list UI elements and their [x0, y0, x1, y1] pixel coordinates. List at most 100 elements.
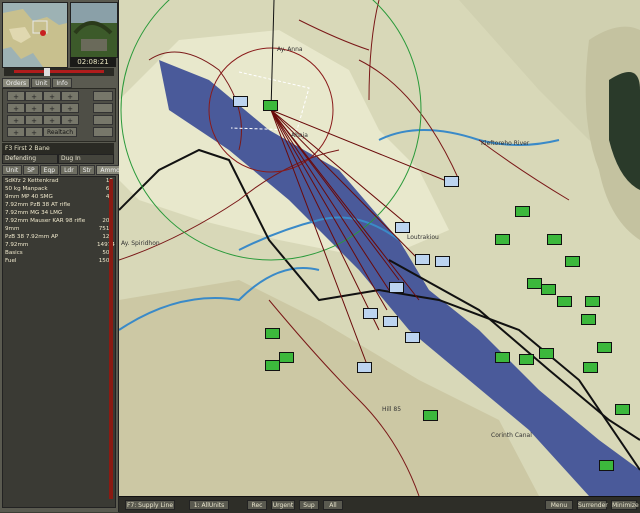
weapon-name: 7.92mm PzB 38 AT rifle	[5, 202, 71, 208]
weapon-name: 7.92mm Mauser KAR 98 rifle	[5, 218, 86, 224]
order-button-3[interactable]: +	[43, 91, 61, 101]
realtach-button[interactable]: Realtach	[43, 127, 77, 137]
subtab-eqp[interactable]: Eqp	[39, 165, 60, 175]
map-label-hill-85: Hill 85	[382, 406, 402, 413]
enemy-unit[interactable]	[363, 308, 378, 319]
map-terrain	[119, 0, 640, 496]
weapon-row[interactable]: 7.92mm 14974	[3, 241, 115, 249]
minimap-image	[3, 3, 67, 67]
map-label-river: Kleftoreho River	[481, 140, 530, 147]
order-button-17[interactable]: +	[25, 127, 43, 137]
friendly-unit[interactable]	[541, 284, 556, 295]
friendly-unit[interactable]	[615, 404, 630, 415]
supply-line-button[interactable]: F7: Supply Line	[125, 500, 175, 510]
friendly-unit[interactable]	[265, 360, 280, 371]
weapon-row[interactable]: 7.92mm MG 34 LMG3	[3, 209, 115, 217]
speed-handle[interactable]	[44, 68, 50, 76]
order-button-11[interactable]: +	[7, 115, 25, 125]
order-button-7[interactable]: +	[25, 103, 43, 113]
all-units-button[interactable]: 1: AllUnits	[189, 500, 229, 510]
tab-orders[interactable]: Orders	[2, 78, 31, 88]
subtab-sp[interactable]: SP	[23, 165, 39, 175]
friendly-unit[interactable]	[423, 410, 438, 421]
weapon-name: SdKfz 2 Kettenkrad	[5, 178, 59, 184]
enemy-unit[interactable]	[435, 256, 450, 267]
all-button[interactable]: All	[323, 500, 343, 510]
order-button-15[interactable]	[93, 115, 113, 125]
friendly-unit[interactable]	[599, 460, 614, 471]
selected-unit[interactable]	[263, 100, 278, 111]
enemy-unit[interactable]	[415, 254, 430, 265]
order-button-18[interactable]	[93, 127, 113, 137]
enemy-unit[interactable]	[357, 362, 372, 373]
enemy-unit[interactable]	[389, 282, 404, 293]
weapon-row[interactable]: Basics 509	[3, 249, 115, 257]
order-button-12[interactable]: +	[25, 115, 43, 125]
order-button-1[interactable]: +	[7, 91, 25, 101]
friendly-unit[interactable]	[597, 342, 612, 353]
menu-button[interactable]: Menu	[545, 500, 573, 510]
friendly-unit[interactable]	[519, 354, 534, 365]
order-button-8[interactable]: +	[43, 103, 61, 113]
friendly-unit[interactable]	[265, 328, 280, 339]
friendly-unit[interactable]	[515, 206, 530, 217]
subtab-ldr[interactable]: Ldr	[60, 165, 78, 175]
enemy-unit[interactable]	[405, 332, 420, 343]
friendly-unit[interactable]	[495, 234, 510, 245]
tactical-map[interactable]: Ay. Anna Ahaja Kleftoreho River Loutraki…	[119, 0, 640, 496]
map-label-corinth-canal: Corinth Canal	[491, 432, 532, 439]
friendly-unit[interactable]	[527, 278, 542, 289]
friendly-unit[interactable]	[547, 234, 562, 245]
weapon-name: 7.92mm MG 34 LMG	[5, 210, 63, 216]
order-button-5[interactable]	[93, 91, 113, 101]
friendly-unit[interactable]	[583, 362, 598, 373]
minimize-button[interactable]: Minimize	[611, 500, 639, 510]
subtab-unit[interactable]: Unit	[2, 165, 23, 175]
friendly-unit[interactable]	[585, 296, 600, 307]
sup-button[interactable]: Sup	[299, 500, 319, 510]
enemy-unit[interactable]	[444, 176, 459, 187]
order-button-14[interactable]: +	[61, 115, 79, 125]
friendly-unit[interactable]	[581, 314, 596, 325]
urgent-button[interactable]: Urgent	[271, 500, 295, 510]
order-button-9[interactable]: +	[61, 103, 79, 113]
order-button-6[interactable]: +	[7, 103, 25, 113]
enemy-unit[interactable]	[383, 316, 398, 327]
enemy-unit[interactable]	[395, 222, 410, 233]
order-button-13[interactable]: +	[43, 115, 61, 125]
weapon-name: 9mm	[5, 226, 20, 232]
weapon-name: Basics	[5, 250, 23, 256]
bottom-toolbar: F7: Supply Line 1: AllUnits Rec Urgent S…	[119, 496, 640, 513]
subtab-str[interactable]: Str	[78, 165, 96, 175]
weapon-row[interactable]: 7.92mm PzB 38 AT rifle2	[3, 201, 115, 209]
weapon-row[interactable]: 9mm MP 40 SMG44	[3, 193, 115, 201]
friendly-unit[interactable]	[565, 256, 580, 267]
tab-unit[interactable]: Unit	[31, 78, 52, 88]
unit-status-row: Defending Dug In	[2, 154, 114, 164]
weapon-row[interactable]: 7.92mm Mauser KAR 98 rifle 200	[3, 217, 115, 225]
order-button-16[interactable]: +	[7, 127, 25, 137]
minimap[interactable]	[2, 2, 68, 68]
order-button-4[interactable]: +	[61, 91, 79, 101]
surrender-button[interactable]: Surrender	[577, 500, 608, 510]
friendly-unit[interactable]	[557, 296, 572, 307]
weapon-name: PzB 38 7.92mm AP	[5, 234, 59, 240]
friendly-unit[interactable]	[279, 352, 294, 363]
weapon-name: Fuel	[5, 258, 17, 264]
friendly-unit[interactable]	[495, 352, 510, 363]
weapon-row[interactable]: PzB 38 7.92mm AP 120	[3, 233, 115, 241]
weapon-row[interactable]: Fuel 1500	[3, 257, 115, 265]
unit-sub-tabs: Unit SP Eqp Ldr Str Ammo	[2, 165, 124, 175]
enemy-unit[interactable]	[233, 96, 248, 107]
tab-info[interactable]: Info	[52, 78, 72, 88]
friendly-unit[interactable]	[539, 348, 554, 359]
weapon-row[interactable]: 50 kg Manpack60	[3, 185, 115, 193]
rec-button[interactable]: Rec	[247, 500, 267, 510]
weapon-row[interactable]: SdKfz 2 Kettenkrad10	[3, 177, 115, 185]
order-button-10[interactable]	[93, 103, 113, 113]
map-label-ay-spiridhon: Ay. Spiridhon	[121, 240, 160, 247]
orders-panel: + + + + + + + + + + + + + + Realtach	[2, 88, 116, 142]
order-button-2[interactable]: +	[25, 91, 43, 101]
weapon-row[interactable]: 9mm 7514	[3, 225, 115, 233]
speed-slider[interactable]	[4, 68, 114, 76]
